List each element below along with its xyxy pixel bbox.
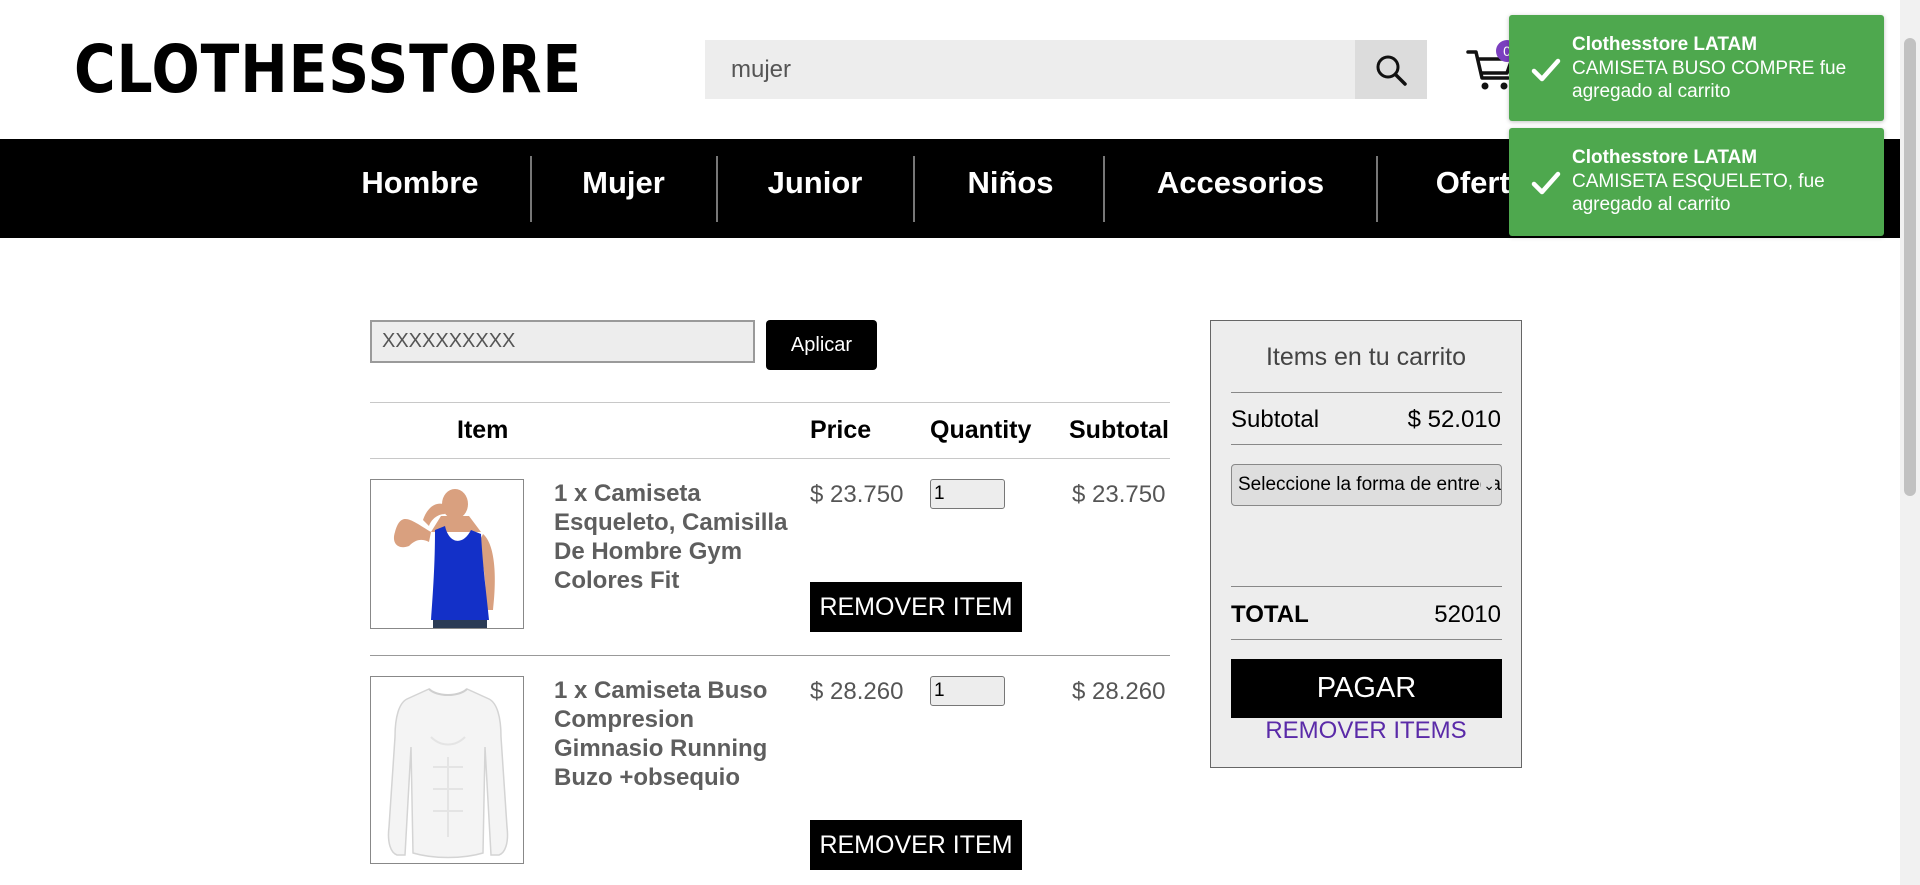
table-top-divider bbox=[370, 402, 1170, 403]
toast-message: CAMISETA ESQUELETO, fue agregado al carr… bbox=[1572, 171, 1825, 215]
row-divider bbox=[370, 655, 1170, 656]
summary-divider bbox=[1231, 392, 1502, 393]
column-header-quantity: Quantity bbox=[930, 416, 1032, 444]
delivery-method-select[interactable]: Seleccione la forma de entrega ⌄ bbox=[1231, 464, 1502, 506]
quantity-input[interactable]: 1 bbox=[930, 676, 1005, 706]
store-logo[interactable]: CLOTHESSTORE bbox=[74, 28, 582, 112]
toast-title: Clothesstore LATAM bbox=[1572, 147, 1758, 168]
search-bar bbox=[705, 40, 1427, 99]
scrollbar-thumb[interactable] bbox=[1904, 38, 1916, 496]
subtotal-value: $ 52.010 bbox=[1407, 406, 1501, 433]
remove-item-button[interactable]: REMOVER ITEM bbox=[810, 582, 1022, 632]
nav-divider bbox=[1376, 156, 1378, 222]
column-header-subtotal: Subtotal bbox=[1069, 416, 1169, 444]
table-header-divider bbox=[370, 458, 1170, 459]
product-price: $ 28.260 bbox=[810, 678, 904, 705]
toast-message: CAMISETA BUSO COMPRE fue agregado al car… bbox=[1572, 58, 1847, 102]
cart-summary-panel: Items en tu carrito Subtotal $ 52.010 Se… bbox=[1210, 320, 1522, 768]
coupon-input[interactable] bbox=[370, 320, 755, 363]
remove-item-button[interactable]: REMOVER ITEM bbox=[810, 820, 1022, 870]
toast-notification[interactable]: Clothesstore LATAM CAMISETA BUSO COMPRE … bbox=[1509, 15, 1884, 121]
page-scrollbar[interactable] bbox=[1900, 0, 1920, 885]
toast-title: Clothesstore LATAM bbox=[1572, 34, 1758, 55]
product-image[interactable] bbox=[370, 479, 524, 629]
delivery-method-selected: Seleccione la forma de entrega bbox=[1238, 474, 1501, 495]
column-header-item: Item bbox=[457, 416, 509, 444]
checkmark-icon bbox=[1531, 58, 1561, 82]
product-name[interactable]: 1 x Camiseta Buso Compresion Gimnasio Ru… bbox=[554, 676, 789, 792]
total-label: TOTAL bbox=[1231, 601, 1309, 628]
subtotal-label: Subtotal bbox=[1231, 406, 1320, 433]
product-image[interactable] bbox=[370, 676, 524, 864]
summary-divider bbox=[1231, 586, 1502, 587]
pay-button[interactable]: PAGAR bbox=[1231, 659, 1502, 718]
summary-title: Items en tu carrito bbox=[1265, 343, 1467, 371]
apply-coupon-button[interactable]: Aplicar bbox=[766, 320, 877, 370]
nav-item-mujer[interactable]: Mujer bbox=[560, 139, 687, 238]
toast-notification[interactable]: Clothesstore LATAM CAMISETA ESQUELETO, f… bbox=[1509, 128, 1884, 236]
page: CLOTHESSTORE 0 Hombre Mujer Junior Niños… bbox=[0, 0, 1920, 885]
search-icon bbox=[1376, 55, 1407, 86]
tank-top-model-illustration bbox=[371, 480, 523, 628]
total-value: 52010 bbox=[1434, 601, 1501, 628]
remove-all-items-link[interactable]: REMOVER ITEMS bbox=[1211, 717, 1521, 745]
product-price: $ 23.750 bbox=[810, 481, 904, 508]
search-input[interactable] bbox=[705, 40, 1355, 99]
quantity-input[interactable]: 1 bbox=[930, 479, 1005, 509]
row-subtotal: $ 28.260 bbox=[1072, 678, 1166, 705]
nav-divider bbox=[716, 156, 718, 222]
compression-shirt-illustration bbox=[371, 677, 523, 863]
checkmark-icon bbox=[1531, 171, 1561, 195]
nav-item-hombre[interactable]: Hombre bbox=[340, 139, 500, 238]
nav-item-accesorios[interactable]: Accesorios bbox=[1133, 139, 1348, 238]
summary-divider bbox=[1231, 444, 1502, 445]
nav-divider bbox=[530, 156, 532, 222]
product-name[interactable]: 1 x Camiseta Esqueleto, Camisilla De Hom… bbox=[554, 479, 789, 595]
nav-divider bbox=[913, 156, 915, 222]
search-button[interactable] bbox=[1355, 40, 1427, 99]
nav-divider bbox=[1103, 156, 1105, 222]
chevron-down-icon: ⌄ bbox=[1481, 465, 1495, 505]
column-header-price: Price bbox=[810, 416, 872, 444]
nav-item-junior[interactable]: Junior bbox=[745, 139, 885, 238]
nav-item-ninos[interactable]: Niños bbox=[943, 139, 1078, 238]
row-subtotal: $ 23.750 bbox=[1072, 481, 1166, 508]
summary-divider bbox=[1231, 639, 1502, 640]
